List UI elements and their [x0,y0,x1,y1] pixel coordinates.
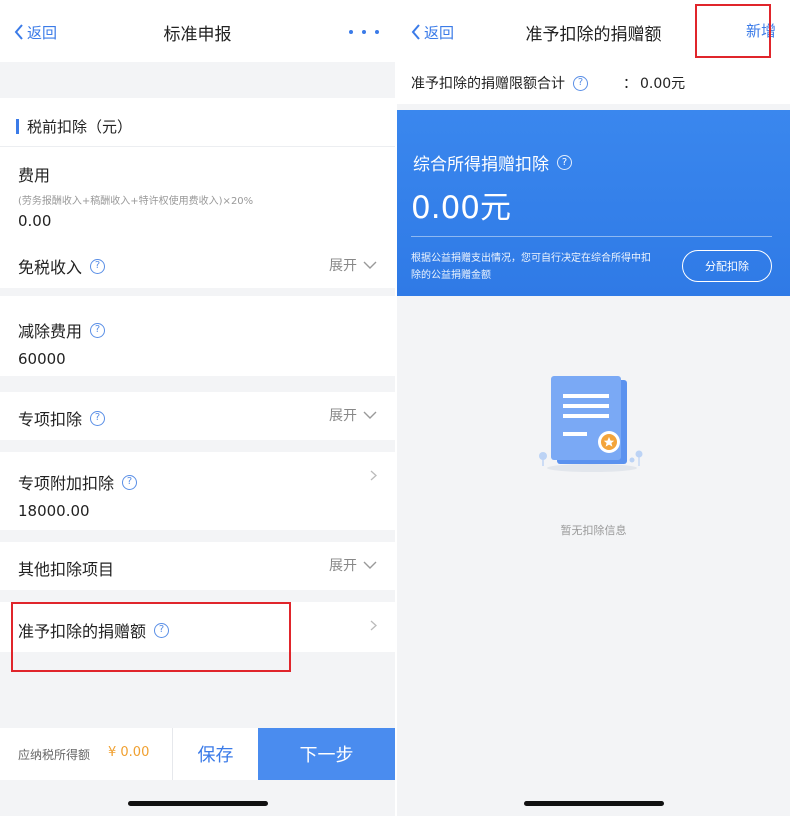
fee-label: 费用 [18,166,51,185]
taxable-income-label: 应纳税所得额 [18,748,91,762]
chevron-down-icon [363,411,377,419]
allocate-deduction-button[interactable]: 分配扣除 [682,250,772,282]
section-title-text: 税前扣除（元） [27,118,133,136]
expand-toggle[interactable]: 展开 [329,555,377,575]
question-icon[interactable]: ? [90,258,106,274]
question-icon[interactable]: ? [90,322,106,338]
deduction-fee-row: 减除费用 ? 60000 [0,296,395,376]
card-description: 根据公益捐赠支出情况，您可自行决定在综合所得中扣除的公益捐赠金额 [411,253,651,281]
donation-limit-label: 准予扣除的捐赠限额合计 ? [411,73,588,93]
highlight-box [695,4,771,58]
expand-toggle[interactable]: 展开 [329,255,377,275]
page-title: 标准申报 [163,25,232,45]
donation-limit-value: 0.00元 [640,76,686,92]
donation-limit-colon: ： [623,76,637,92]
fee-formula: (劳务报酬收入+稿酬收入+特许权使用费收入)×20% [18,196,254,207]
card-divider [411,236,772,237]
chevron-right-icon [370,620,377,631]
home-indicator[interactable] [127,801,268,806]
special-additional-value: 18000.00 [18,502,90,520]
pretax-section: 税前扣除（元） 费用 (劳务报酬收入+稿酬收入+特许权使用费收入)×20% 0.… [0,98,395,288]
question-icon[interactable]: ? [122,474,138,490]
special-deduction-row[interactable]: 专项扣除 ? 展开 [0,392,395,440]
donation-deduction-screen: 返回 准予扣除的捐赠额 新增 准予扣除的捐赠限额合计 ? ： 0.00元 综合所… [397,0,790,816]
chevron-right-icon [370,470,377,481]
chevron-down-icon [363,561,377,569]
question-icon[interactable]: ? [573,75,588,91]
chevron-down-icon [363,261,377,269]
section-title: 税前扣除（元） [16,116,132,137]
donation-limit-row: 准予扣除的捐赠限额合计 ? ： 0.00元 [397,62,790,104]
fee-row: 费用 (劳务报酬收入+稿酬收入+特许权使用费收入)×20% 0.00 [18,162,253,230]
comprehensive-donation-card: 综合所得捐赠扣除 ? 0.00元 根据公益捐赠支出情况，您可自行决定在综合所得中… [397,110,790,296]
deduction-fee-value: 60000 [18,350,66,368]
other-deductions-label: 其他扣除项目 [18,560,115,579]
question-icon[interactable]: ? [557,155,572,170]
question-icon[interactable]: ? [90,410,106,426]
special-additional-label: 专项附加扣除 ? [18,470,138,494]
empty-state-text: 暂无扣除信息 [560,524,627,537]
more-dots-icon[interactable] [349,30,379,34]
certificate-icon [539,376,643,472]
other-deductions-row[interactable]: 其他扣除项目 展开 [0,542,395,590]
taxable-income-value: ¥ 0.00 [108,745,150,760]
special-additional-row[interactable]: 专项附加扣除 ? 18000.00 [0,452,395,530]
card-amount: 0.00元 [411,190,512,226]
section-accent-bar [16,119,19,134]
bottom-bar: 应纳税所得额 ¥ 0.00 保存 下一步 [0,728,395,780]
standard-declaration-screen: 返回 标准申报 税前扣除（元） 费用 (劳务报酬收入+稿酬收入+特许权使用费收入… [0,0,395,816]
highlight-box [11,602,291,672]
fee-value: 0.00 [18,212,52,230]
special-deduction-label: 专项扣除 ? [18,406,106,430]
save-button[interactable]: 保存 [172,728,258,780]
next-step-button[interactable]: 下一步 [258,728,395,780]
expand-toggle[interactable]: 展开 [329,405,377,425]
home-indicator[interactable] [523,801,664,806]
nav-bar: 返回 标准申报 [0,0,395,62]
card-title: 综合所得捐赠扣除 ? [413,150,572,175]
deduction-fee-label: 减除费用 ? [18,318,106,342]
tax-free-income-label: 免税收入 ? [18,254,106,278]
tax-free-income-row[interactable]: 免税收入 ? 展开 [0,244,395,284]
